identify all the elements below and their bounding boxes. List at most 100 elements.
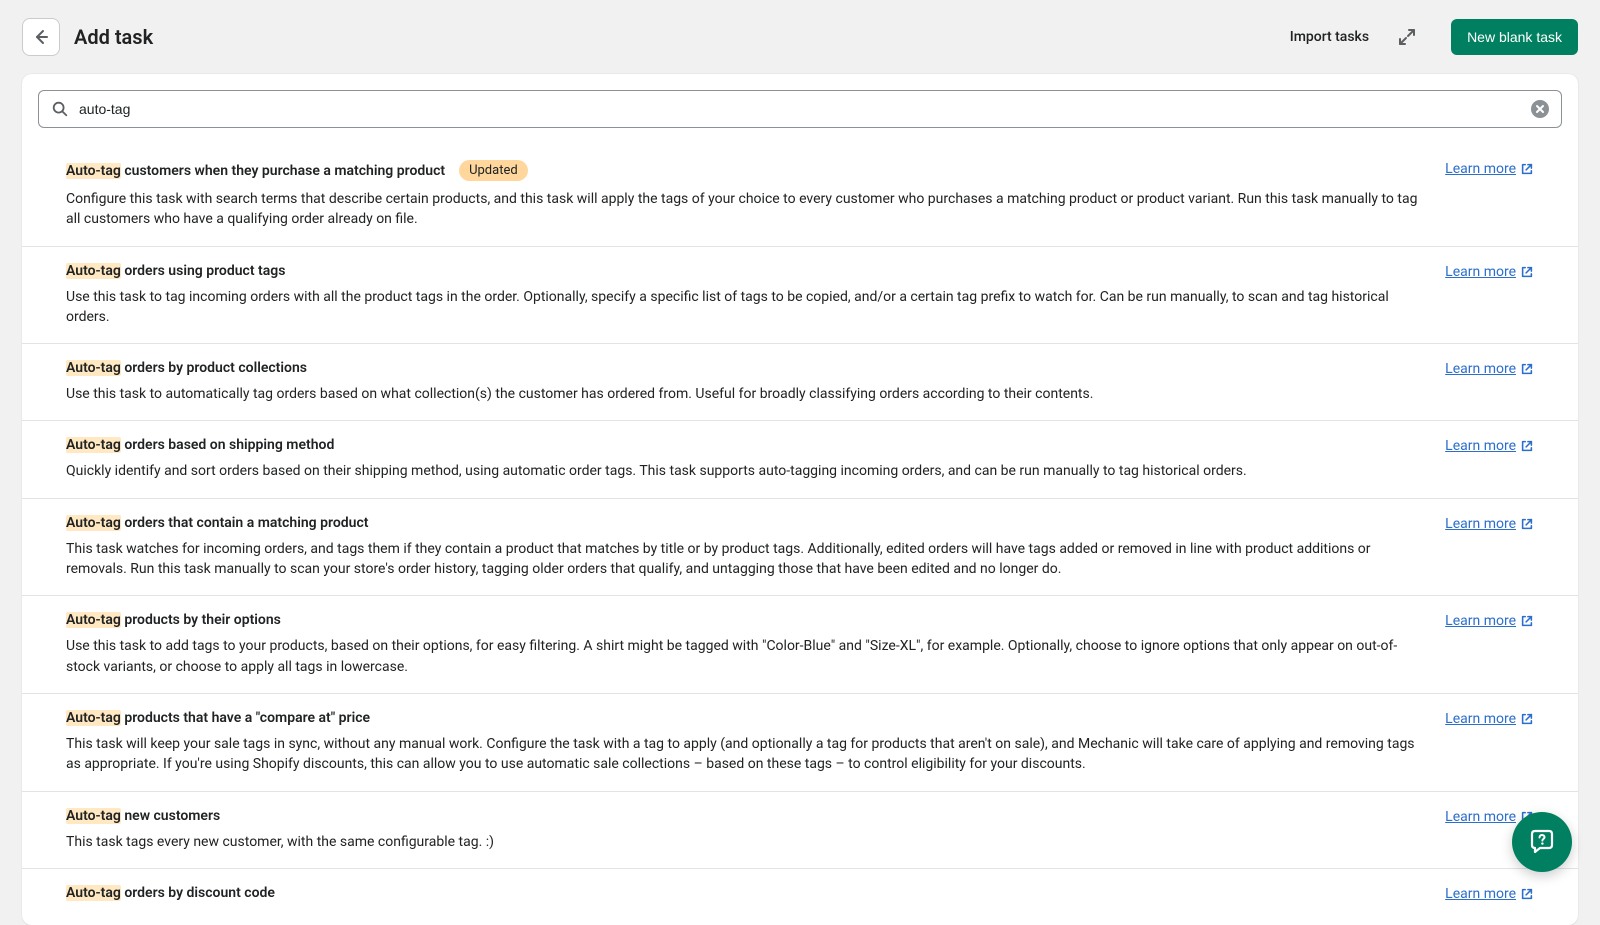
task-title-rest: products by their options — [121, 612, 281, 628]
learn-more-label: Learn more — [1445, 809, 1516, 825]
task-description: This task will keep your sale tags in sy… — [66, 734, 1421, 775]
task-title: Auto-tag orders by discount code — [66, 885, 275, 901]
learn-more-label: Learn more — [1445, 516, 1516, 532]
task-title-rest: orders by product collections — [121, 360, 307, 376]
external-link-icon — [1520, 712, 1534, 726]
search-input[interactable] — [79, 101, 1521, 117]
task-title: Auto-tag orders by product collections — [66, 360, 307, 376]
expand-button[interactable] — [1397, 27, 1417, 47]
learn-more-label: Learn more — [1445, 361, 1516, 377]
task-title: Auto-tag new customers — [66, 808, 220, 824]
task-description: Configure this task with search terms th… — [66, 189, 1421, 230]
learn-more-link[interactable]: Learn more — [1445, 161, 1534, 177]
task-title-row: Auto-tag new customers — [66, 808, 1421, 824]
task-title-rest: orders that contain a matching product — [121, 515, 369, 531]
arrow-left-icon — [31, 27, 51, 47]
chat-widget-button[interactable] — [1512, 812, 1572, 872]
new-blank-task-button[interactable]: New blank task — [1451, 19, 1578, 55]
task-title-highlight: Auto-tag — [66, 360, 121, 376]
task-title-highlight: Auto-tag — [66, 808, 121, 824]
task-result-main: Auto-tag orders by discount code — [66, 885, 1421, 909]
learn-more-label: Learn more — [1445, 613, 1516, 629]
task-title-rest: new customers — [121, 808, 220, 824]
task-result[interactable]: Auto-tag new customers This task tags eve… — [22, 791, 1578, 868]
task-title-highlight: Auto-tag — [66, 612, 121, 628]
learn-more-label: Learn more — [1445, 161, 1516, 177]
results-list: Auto-tag customers when they purchase a … — [22, 144, 1578, 925]
task-title-row: Auto-tag orders by discount code — [66, 885, 1421, 901]
clear-search-button[interactable] — [1531, 100, 1549, 118]
task-title-row: Auto-tag customers when they purchase a … — [66, 160, 1421, 181]
task-result[interactable]: Auto-tag orders that contain a matching … — [22, 498, 1578, 596]
task-result[interactable]: Auto-tag products that have a "compare a… — [22, 693, 1578, 791]
task-title-highlight: Auto-tag — [66, 163, 121, 179]
learn-more-label: Learn more — [1445, 264, 1516, 280]
back-button[interactable] — [22, 18, 60, 56]
learn-more-link[interactable]: Learn more — [1445, 264, 1534, 280]
import-tasks-link[interactable]: Import tasks — [1290, 29, 1369, 45]
task-result[interactable]: Auto-tag orders by product collections Us… — [22, 343, 1578, 420]
learn-more-link[interactable]: Learn more — [1445, 613, 1534, 629]
task-title: Auto-tag orders using product tags — [66, 263, 285, 279]
task-title: Auto-tag products that have a "compare a… — [66, 710, 370, 726]
task-description: Use this task to automatically tag order… — [66, 384, 1421, 404]
task-title-highlight: Auto-tag — [66, 437, 121, 453]
learn-more-label: Learn more — [1445, 711, 1516, 727]
task-title-row: Auto-tag orders that contain a matching … — [66, 515, 1421, 531]
page-title: Add task — [74, 25, 1276, 49]
expand-icon — [1398, 28, 1416, 46]
external-link-icon — [1520, 362, 1534, 376]
close-icon — [1535, 104, 1545, 114]
task-title-row: Auto-tag orders using product tags — [66, 263, 1421, 279]
task-result-main: Auto-tag customers when they purchase a … — [66, 160, 1421, 230]
task-description: This task watches for incoming orders, a… — [66, 539, 1421, 580]
task-title-highlight: Auto-tag — [66, 263, 121, 279]
chat-help-icon — [1526, 826, 1558, 858]
task-title-row: Auto-tag products that have a "compare a… — [66, 710, 1421, 726]
task-result-main: Auto-tag orders based on shipping method… — [66, 437, 1421, 481]
task-title: Auto-tag customers when they purchase a … — [66, 163, 445, 179]
task-description: This task tags every new customer, with … — [66, 832, 1421, 852]
task-result-main: Auto-tag products by their options Use th… — [66, 612, 1421, 677]
search-field[interactable] — [38, 90, 1562, 128]
task-result[interactable]: Auto-tag orders based on shipping method… — [22, 420, 1578, 497]
learn-more-label: Learn more — [1445, 886, 1516, 902]
task-title-rest: orders using product tags — [121, 263, 286, 279]
learn-more-link[interactable]: Learn more — [1445, 886, 1534, 902]
task-title-rest: orders based on shipping method — [121, 437, 334, 453]
task-result[interactable]: Auto-tag orders by discount code Learn mo… — [22, 868, 1578, 925]
task-result-main: Auto-tag orders that contain a matching … — [66, 515, 1421, 580]
task-description: Use this task to tag incoming orders wit… — [66, 287, 1421, 328]
task-title-rest: products that have a "compare at" price — [121, 710, 370, 726]
external-link-icon — [1520, 162, 1534, 176]
learn-more-link[interactable]: Learn more — [1445, 438, 1534, 454]
task-result[interactable]: Auto-tag orders using product tags Use th… — [22, 246, 1578, 344]
external-link-icon — [1520, 439, 1534, 453]
task-title-row: Auto-tag orders by product collections — [66, 360, 1421, 376]
learn-more-link[interactable]: Learn more — [1445, 516, 1534, 532]
task-result[interactable]: Auto-tag customers when they purchase a … — [22, 144, 1578, 246]
external-link-icon — [1520, 887, 1534, 901]
search-icon — [51, 100, 69, 118]
task-result[interactable]: Auto-tag products by their options Use th… — [22, 595, 1578, 693]
updated-badge: Updated — [459, 160, 528, 181]
task-title-highlight: Auto-tag — [66, 515, 121, 531]
task-title-rest: customers when they purchase a matching … — [121, 163, 445, 179]
task-title: Auto-tag orders based on shipping method — [66, 437, 334, 453]
task-result-main: Auto-tag products that have a "compare a… — [66, 710, 1421, 775]
task-title-highlight: Auto-tag — [66, 710, 121, 726]
task-library-card: Auto-tag customers when they purchase a … — [22, 74, 1578, 925]
learn-more-link[interactable]: Learn more — [1445, 711, 1534, 727]
external-link-icon — [1520, 614, 1534, 628]
external-link-icon — [1520, 265, 1534, 279]
learn-more-link[interactable]: Learn more — [1445, 361, 1534, 377]
external-link-icon — [1520, 517, 1534, 531]
task-result-main: Auto-tag orders using product tags Use th… — [66, 263, 1421, 328]
learn-more-label: Learn more — [1445, 438, 1516, 454]
task-title-rest: orders by discount code — [121, 885, 275, 901]
task-title: Auto-tag orders that contain a matching … — [66, 515, 368, 531]
task-description: Use this task to add tags to your produc… — [66, 636, 1421, 677]
task-title-row: Auto-tag products by their options — [66, 612, 1421, 628]
search-container — [22, 74, 1578, 142]
task-result-main: Auto-tag new customers This task tags eve… — [66, 808, 1421, 852]
